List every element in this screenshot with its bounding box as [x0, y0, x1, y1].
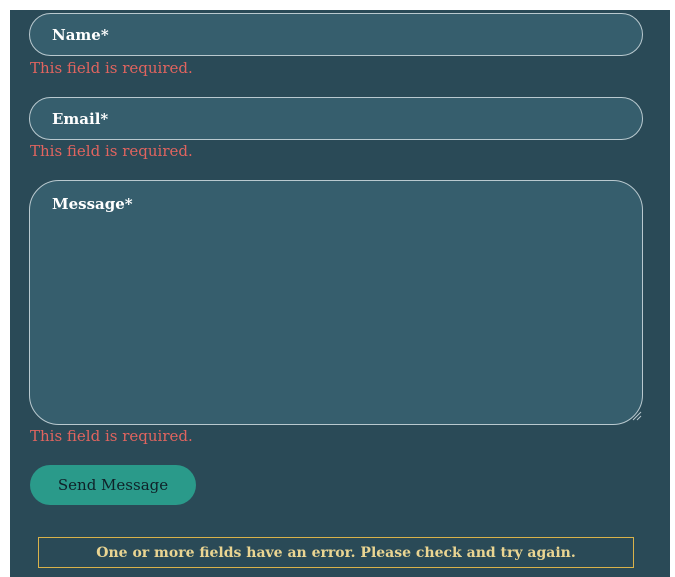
message-field[interactable]	[29, 180, 643, 425]
name-error-message: This field is required.	[30, 59, 193, 77]
email-field[interactable]	[29, 97, 643, 140]
form-response-output: One or more fields have an error. Please…	[38, 537, 634, 568]
name-field[interactable]	[29, 13, 643, 56]
send-message-button[interactable]: Send Message	[30, 465, 196, 505]
contact-form: This field is required. This field is re…	[10, 10, 670, 577]
email-error-message: This field is required.	[30, 142, 193, 160]
resize-handle-icon[interactable]	[632, 411, 642, 421]
message-error-message: This field is required.	[30, 427, 193, 445]
